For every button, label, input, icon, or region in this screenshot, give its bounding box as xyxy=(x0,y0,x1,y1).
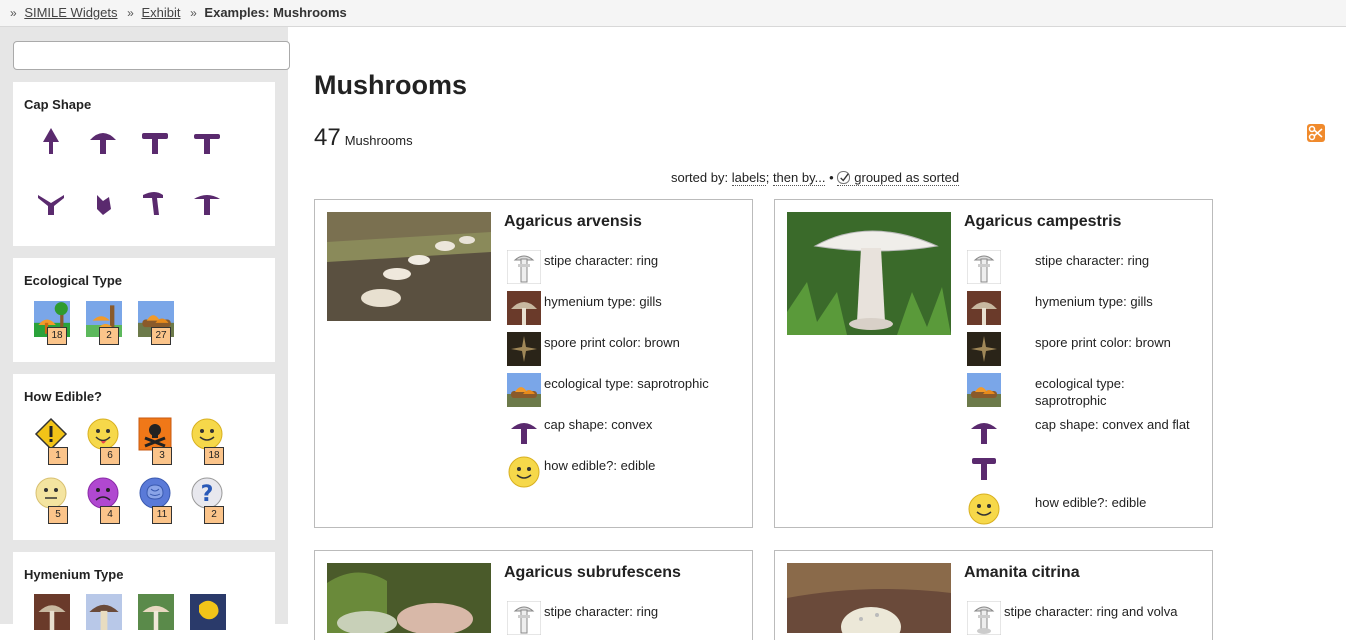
cap-conical-icon[interactable] xyxy=(33,124,69,160)
sort-labels-link[interactable]: labels xyxy=(731,170,766,186)
mushroom-photo xyxy=(787,212,951,340)
facet-hymenium-type: Hymenium Type xyxy=(13,552,275,632)
cap-offset-icon[interactable] xyxy=(189,185,225,221)
cap-flat-icon[interactable] xyxy=(137,124,173,160)
ecology-saprotrophic-icon xyxy=(507,373,541,407)
stipe-ring-volva-icon xyxy=(966,600,1002,636)
stipe-ring-icon xyxy=(506,249,542,285)
breadcrumb-separator: » xyxy=(190,6,197,20)
count-badge: 27 xyxy=(151,327,171,345)
checkmark-icon xyxy=(837,171,851,184)
page-title: Mushrooms xyxy=(314,70,468,100)
stipe-ring-icon xyxy=(966,249,1002,285)
grouped-label: grouped as sorted xyxy=(854,170,960,185)
cap-umbonate-icon[interactable] xyxy=(85,185,121,221)
prop-hymenium-type: hymenium type: gills xyxy=(544,294,662,309)
mushroom-name[interactable]: Agaricus arvensis xyxy=(504,213,642,231)
cap-convex-icon xyxy=(967,414,1001,448)
cap-flat-icon xyxy=(967,450,1001,484)
cap-convex-icon xyxy=(507,414,541,448)
mushroom-card: Agaricus campestris stipe character: rin… xyxy=(774,199,1213,528)
prop-spore-print-color: spore print color: brown xyxy=(1035,335,1171,350)
hymenium-pores-icon[interactable] xyxy=(86,594,122,630)
facet-title: Hymenium Type xyxy=(24,567,124,582)
cap-campanulate-icon[interactable] xyxy=(137,185,173,221)
prop-stipe-character: stipe character: ring and volva xyxy=(1004,604,1178,619)
breadcrumb-current: Examples: Mushrooms xyxy=(204,5,347,20)
prop-ecological-type-value: saprotrophic xyxy=(1035,393,1107,408)
stipe-ring-icon xyxy=(506,600,542,636)
mushroom-photo xyxy=(787,563,951,640)
mushroom-name[interactable]: Agaricus campestris xyxy=(964,213,1121,231)
hymenium-teeth-icon[interactable] xyxy=(138,594,174,630)
count-badge: 5 xyxy=(48,506,68,524)
search-input[interactable] xyxy=(13,41,290,70)
mushroom-photo xyxy=(327,563,491,638)
hymenium-ridges-icon[interactable] xyxy=(190,594,226,630)
sort-prefix: sorted by: xyxy=(671,170,729,185)
result-count-number: 47 xyxy=(314,124,341,151)
count-badge: 3 xyxy=(152,447,172,465)
count-badge: 2 xyxy=(99,327,119,345)
cap-depressed-icon[interactable] xyxy=(33,185,69,221)
prop-how-edible: how edible?: edible xyxy=(1035,495,1147,510)
facet-title: How Edible? xyxy=(24,389,102,404)
prop-stipe-character: stipe character: ring xyxy=(544,604,659,619)
prop-spore-print-color: spore print color: brown xyxy=(544,335,680,350)
mushroom-card: Agaricus subrufescens stipe character: r… xyxy=(314,550,753,640)
mushroom-card: Agaricus arvensis stipe character: ring … xyxy=(314,199,753,528)
cap-convex-icon[interactable] xyxy=(85,124,121,160)
edible-smiley-icon xyxy=(967,492,1001,526)
edible-smiley-icon xyxy=(507,455,541,489)
sort-then-by-link[interactable]: then by... xyxy=(772,170,826,186)
ecology-saprotrophic-icon xyxy=(967,373,1001,407)
mushroom-name[interactable]: Agaricus subrufescens xyxy=(504,564,681,582)
count-badge: 1 xyxy=(48,447,68,465)
prop-ecological-type: ecological type: saprotrophic xyxy=(544,376,709,391)
spore-print-brown-icon xyxy=(507,332,541,366)
breadcrumb-separator: » xyxy=(10,6,17,20)
result-count: 47 Mushrooms xyxy=(314,124,413,152)
mushroom-photo xyxy=(327,212,491,326)
prop-stipe-character: stipe character: ring xyxy=(1035,253,1150,268)
prop-ecological-type: ecological type: xyxy=(1035,376,1125,391)
breadcrumb-link-exhibit[interactable]: Exhibit xyxy=(141,5,180,20)
prop-hymenium-type: hymenium type: gills xyxy=(1035,294,1153,309)
prop-cap-shape: cap shape: convex xyxy=(544,417,653,432)
result-count-label: Mushrooms xyxy=(344,133,413,148)
facet-title: Ecological Type xyxy=(24,273,123,288)
cap-flat-icon[interactable] xyxy=(189,124,225,160)
grouped-toggle[interactable]: grouped as sorted xyxy=(837,170,960,186)
spore-print-brown-icon xyxy=(967,332,1001,366)
facet-cap-shape: Cap Shape xyxy=(13,82,275,246)
breadcrumb-separator: » xyxy=(127,6,134,20)
breadcrumb-link-simile[interactable]: SIMILE Widgets xyxy=(24,5,117,20)
count-badge: 2 xyxy=(204,506,224,524)
count-badge: 4 xyxy=(100,506,120,524)
hymenium-gills-icon xyxy=(967,291,1001,325)
facet-ecological-type: Ecological Type 18 2 27 xyxy=(13,258,275,362)
sort-dot: • xyxy=(829,170,834,185)
count-badge: 11 xyxy=(152,506,172,524)
mushroom-name[interactable]: Amanita citrina xyxy=(964,564,1080,582)
facet-title: Cap Shape xyxy=(24,97,92,112)
hymenium-gills-icon xyxy=(507,291,541,325)
count-badge: 6 xyxy=(100,447,120,465)
facet-sidebar: Cap Shape Ecological Type 18 2 27 How Ed… xyxy=(0,27,290,632)
facet-how-edible: How Edible? 1 6 3 18 5 4 11 ? 2 xyxy=(13,374,275,540)
export-scissors-icon[interactable] xyxy=(1307,124,1325,142)
prop-cap-shape: cap shape: convex and flat xyxy=(1035,417,1190,432)
prop-stipe-character: stipe character: ring xyxy=(544,253,659,268)
mushroom-card: Amanita citrina stipe character: ring an… xyxy=(774,550,1213,640)
sort-controls: sorted by: labels; then by... • grouped … xyxy=(671,170,960,186)
breadcrumb: » SIMILE Widgets » Exhibit » Examples: M… xyxy=(0,0,1346,27)
count-badge: 18 xyxy=(204,447,224,465)
svg-text:?: ? xyxy=(201,482,214,507)
count-badge: 18 xyxy=(47,327,67,345)
sort-separator: ; xyxy=(765,170,770,185)
hymenium-gills-icon[interactable] xyxy=(34,594,70,630)
prop-how-edible: how edible?: edible xyxy=(544,458,656,473)
